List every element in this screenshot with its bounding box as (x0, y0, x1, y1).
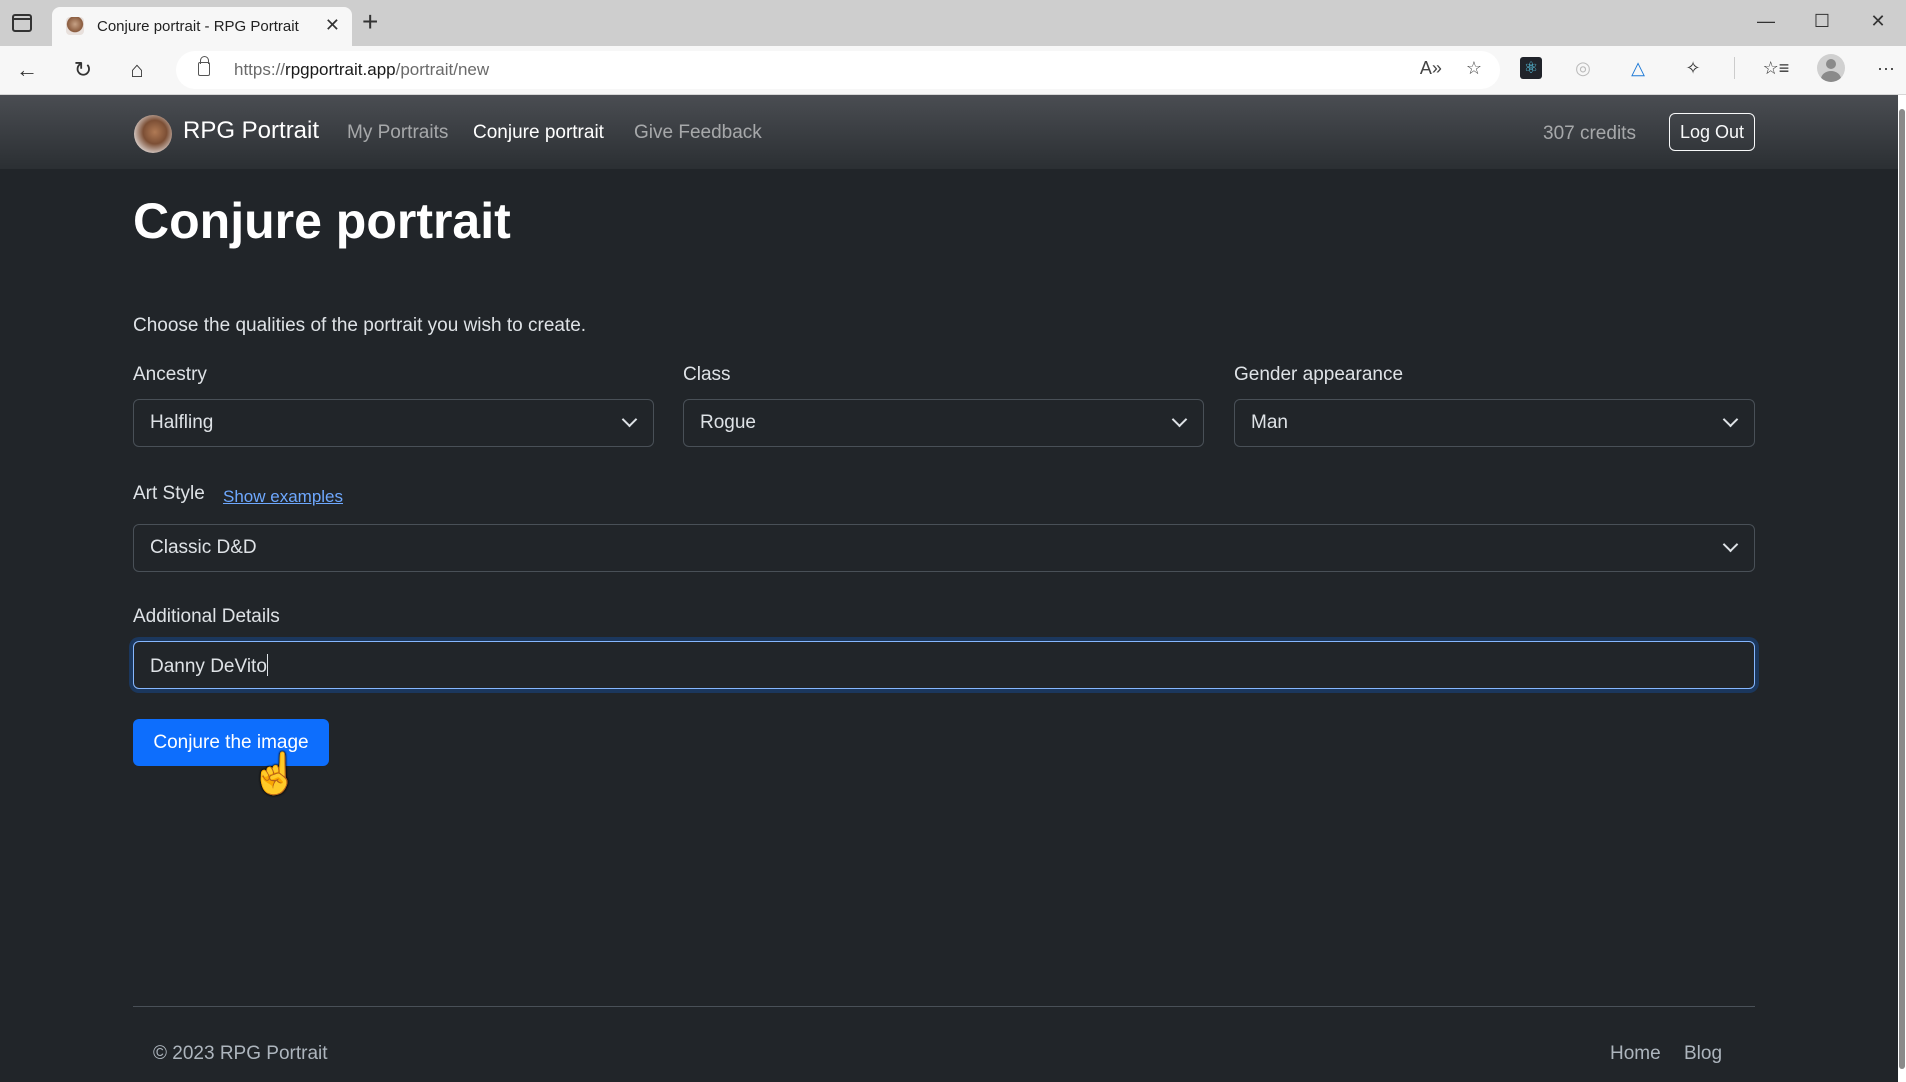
favorites-icon[interactable]: ☆≡ (1762, 54, 1790, 82)
maximize-icon[interactable]: ☐ (1794, 0, 1850, 42)
class-select[interactable]: Rogue (683, 399, 1204, 447)
details-label: Additional Details (133, 606, 280, 627)
more-options-icon[interactable]: ··· (1872, 54, 1900, 82)
url-path: /portrait/new (395, 60, 490, 79)
page-title: Conjure portrait (133, 193, 511, 249)
footer-copyright: © 2023 RPG Portrait (153, 1043, 328, 1064)
tab-title: Conjure portrait - RPG Portrait (97, 18, 299, 35)
credits-count: 307 credits (1543, 123, 1636, 144)
text-caret (266, 654, 268, 676)
close-window-icon[interactable]: ✕ (1850, 0, 1906, 42)
favicon-icon (66, 17, 84, 35)
gender-select[interactable]: Man (1234, 399, 1755, 447)
read-aloud-icon[interactable]: A» (1420, 58, 1442, 79)
show-examples-link[interactable]: Show examples (223, 487, 343, 507)
site-navbar: RPG Portrait My Portraits Conjure portra… (0, 95, 1898, 169)
profile-avatar-icon[interactable] (1817, 54, 1845, 82)
lock-icon[interactable] (198, 56, 210, 76)
toolbar-divider (1734, 57, 1735, 79)
address-bar[interactable]: https://rpgportrait.app/portrait/new A» … (176, 51, 1500, 89)
class-label: Class (683, 364, 731, 385)
class-value: Rogue (700, 412, 756, 433)
logout-button[interactable]: Log Out (1669, 113, 1755, 151)
nav-conjure-portrait[interactable]: Conjure portrait (473, 122, 604, 144)
chevron-down-icon (1722, 536, 1739, 553)
url-prefix: https:// (234, 60, 286, 79)
chevron-down-icon (1171, 411, 1188, 428)
browser-tab[interactable]: Conjure portrait - RPG Portrait ✕ (52, 7, 352, 46)
details-value: Danny DeVito (150, 656, 267, 677)
extension-orbit-icon[interactable]: ◎ (1569, 54, 1597, 82)
ancestry-label: Ancestry (133, 364, 207, 385)
url-domain: rpgportrait.app (285, 60, 396, 79)
chevron-down-icon (1722, 411, 1739, 428)
minimize-icon[interactable]: — (1738, 0, 1794, 42)
pointer-hand-icon: ☝ (250, 752, 300, 796)
footer-divider (133, 1006, 1755, 1007)
footer-link-blog[interactable]: Blog (1684, 1043, 1722, 1065)
gender-value: Man (1251, 412, 1288, 433)
intro-text: Choose the qualities of the portrait you… (133, 315, 587, 336)
react-devtools-icon[interactable]: ⚛ (1520, 57, 1542, 79)
tab-actions-icon[interactable] (12, 14, 32, 32)
axe-devtools-icon[interactable]: △ (1624, 54, 1652, 82)
art-style-label: Art Style (133, 483, 205, 504)
new-tab-button[interactable]: + (362, 6, 378, 38)
brand-name[interactable]: RPG Portrait (183, 117, 319, 145)
brand-logo[interactable] (134, 115, 172, 153)
home-icon[interactable]: ⌂ (122, 55, 152, 85)
additional-details-input[interactable]: Danny DeVito (133, 641, 1755, 689)
footer-link-home[interactable]: Home (1610, 1043, 1661, 1065)
extensions-puzzle-icon[interactable]: ✧ (1679, 54, 1707, 82)
add-favorite-icon[interactable]: ☆ (1466, 58, 1482, 79)
art-style-select[interactable]: Classic D&D (133, 524, 1755, 572)
back-icon[interactable]: ← (12, 55, 42, 85)
gender-label: Gender appearance (1234, 364, 1404, 385)
page-scrollbar[interactable] (1898, 95, 1906, 1082)
nav-my-portraits[interactable]: My Portraits (347, 122, 448, 144)
ancestry-select[interactable]: Halfling (133, 399, 654, 447)
browser-tab-bar: Conjure portrait - RPG Portrait ✕ + — ☐ … (0, 0, 1906, 46)
reload-icon[interactable]: ↻ (68, 55, 98, 85)
browser-toolbar: ← ↻ ⌂ https://rpgportrait.app/portrait/n… (0, 46, 1906, 95)
url-text[interactable]: https://rpgportrait.app/portrait/new (234, 60, 489, 80)
scrollbar-thumb[interactable] (1899, 109, 1905, 1069)
ancestry-value: Halfling (150, 412, 214, 433)
chevron-down-icon (621, 411, 638, 428)
window-controls: — ☐ ✕ (1738, 0, 1906, 42)
nav-give-feedback[interactable]: Give Feedback (634, 122, 762, 144)
close-tab-icon[interactable]: ✕ (325, 15, 340, 36)
art-style-value: Classic D&D (150, 537, 257, 558)
